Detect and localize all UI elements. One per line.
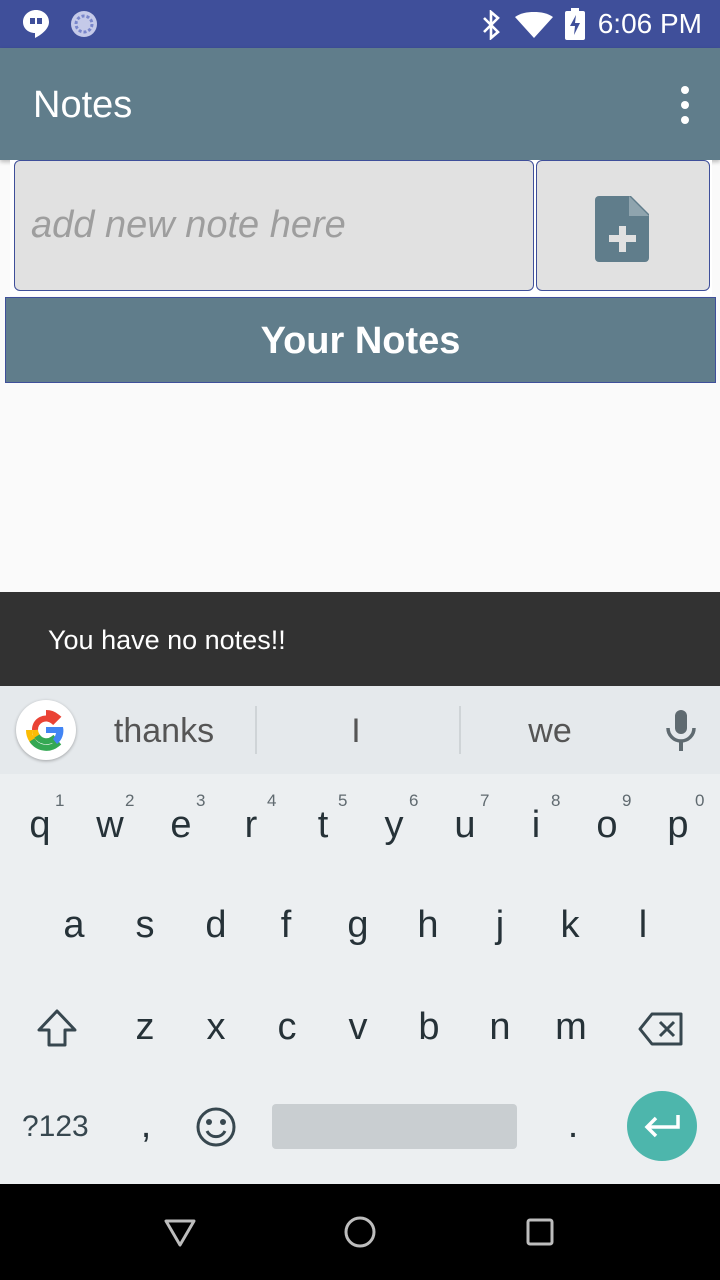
key-hint: 7 — [480, 791, 490, 810]
key-b[interactable]: b — [399, 1006, 459, 1049]
space-bar[interactable] — [272, 1104, 517, 1149]
key-v[interactable]: v — [328, 1006, 388, 1049]
key-k[interactable]: k — [540, 904, 600, 947]
symbols-key[interactable]: ?123 — [22, 1110, 89, 1144]
new-note-input[interactable] — [14, 160, 534, 291]
key-j[interactable]: j — [470, 904, 530, 947]
key-hint: 6 — [409, 791, 419, 810]
key-n[interactable]: n — [470, 1006, 530, 1049]
key-hint: 3 — [196, 791, 206, 810]
new-note-row — [10, 160, 712, 296]
sync-icon — [71, 11, 97, 37]
more-vert-icon[interactable] — [678, 86, 690, 126]
key-g[interactable]: g — [328, 904, 388, 947]
enter-key[interactable] — [627, 1091, 697, 1161]
hangouts-icon — [23, 10, 49, 38]
shift-icon[interactable] — [36, 1008, 78, 1048]
key-hint: 8 — [551, 791, 561, 810]
key-d[interactable]: d — [186, 904, 246, 947]
key-z[interactable]: z — [115, 1006, 175, 1049]
key-h[interactable]: h — [398, 904, 458, 947]
home-icon[interactable] — [343, 1215, 377, 1249]
emoji-icon[interactable] — [195, 1106, 237, 1148]
key-f[interactable]: f — [256, 904, 316, 947]
key-l[interactable]: l — [613, 904, 673, 947]
navigation-bar — [0, 1184, 720, 1280]
your-notes-header: Your Notes — [5, 297, 716, 383]
key-hint: 0 — [695, 791, 705, 810]
key-c[interactable]: c — [257, 1006, 317, 1049]
snackbar: You have no notes!! — [0, 592, 720, 686]
key-m[interactable]: m — [541, 1006, 601, 1049]
app-title: Notes — [33, 84, 133, 126]
microphone-icon[interactable] — [664, 710, 698, 752]
key-x[interactable]: x — [186, 1006, 246, 1049]
status-bar: 6:06 PM — [0, 0, 720, 48]
app-bar: Notes — [0, 48, 720, 160]
add-note-button[interactable] — [536, 160, 710, 291]
key-hint: 1 — [55, 791, 65, 810]
suggestion-1[interactable]: thanks — [100, 712, 228, 751]
wifi-icon — [515, 12, 553, 38]
suggestion-bar: thanks I we — [0, 686, 720, 774]
google-logo-icon[interactable] — [16, 700, 76, 760]
divider — [459, 706, 461, 754]
enter-arrow-icon — [644, 1115, 680, 1138]
backspace-icon[interactable] — [638, 1012, 684, 1046]
suggestion-2[interactable]: I — [326, 712, 386, 751]
soft-keyboard: thanks I we q w e r t y u i o p 1 2 3 4 … — [0, 686, 720, 1184]
key-hint: 9 — [622, 791, 632, 810]
key-s[interactable]: s — [115, 904, 175, 947]
divider — [255, 706, 257, 754]
bluetooth-icon — [483, 10, 500, 40]
snackbar-message: You have no notes!! — [48, 625, 286, 655]
recents-icon[interactable] — [525, 1217, 555, 1247]
key-period[interactable]: . — [543, 1104, 603, 1147]
key-a[interactable]: a — [44, 904, 104, 947]
key-hint: 2 — [125, 791, 135, 810]
status-time: 6:06 PM — [597, 8, 702, 39]
key-hint: 4 — [267, 791, 277, 810]
note-add-icon — [595, 196, 649, 262]
suggestion-3[interactable]: we — [500, 712, 600, 751]
back-icon[interactable] — [164, 1218, 196, 1248]
key-comma[interactable]: , — [116, 1104, 176, 1147]
battery-charging-icon — [565, 8, 585, 40]
key-hint: 5 — [338, 791, 348, 810]
